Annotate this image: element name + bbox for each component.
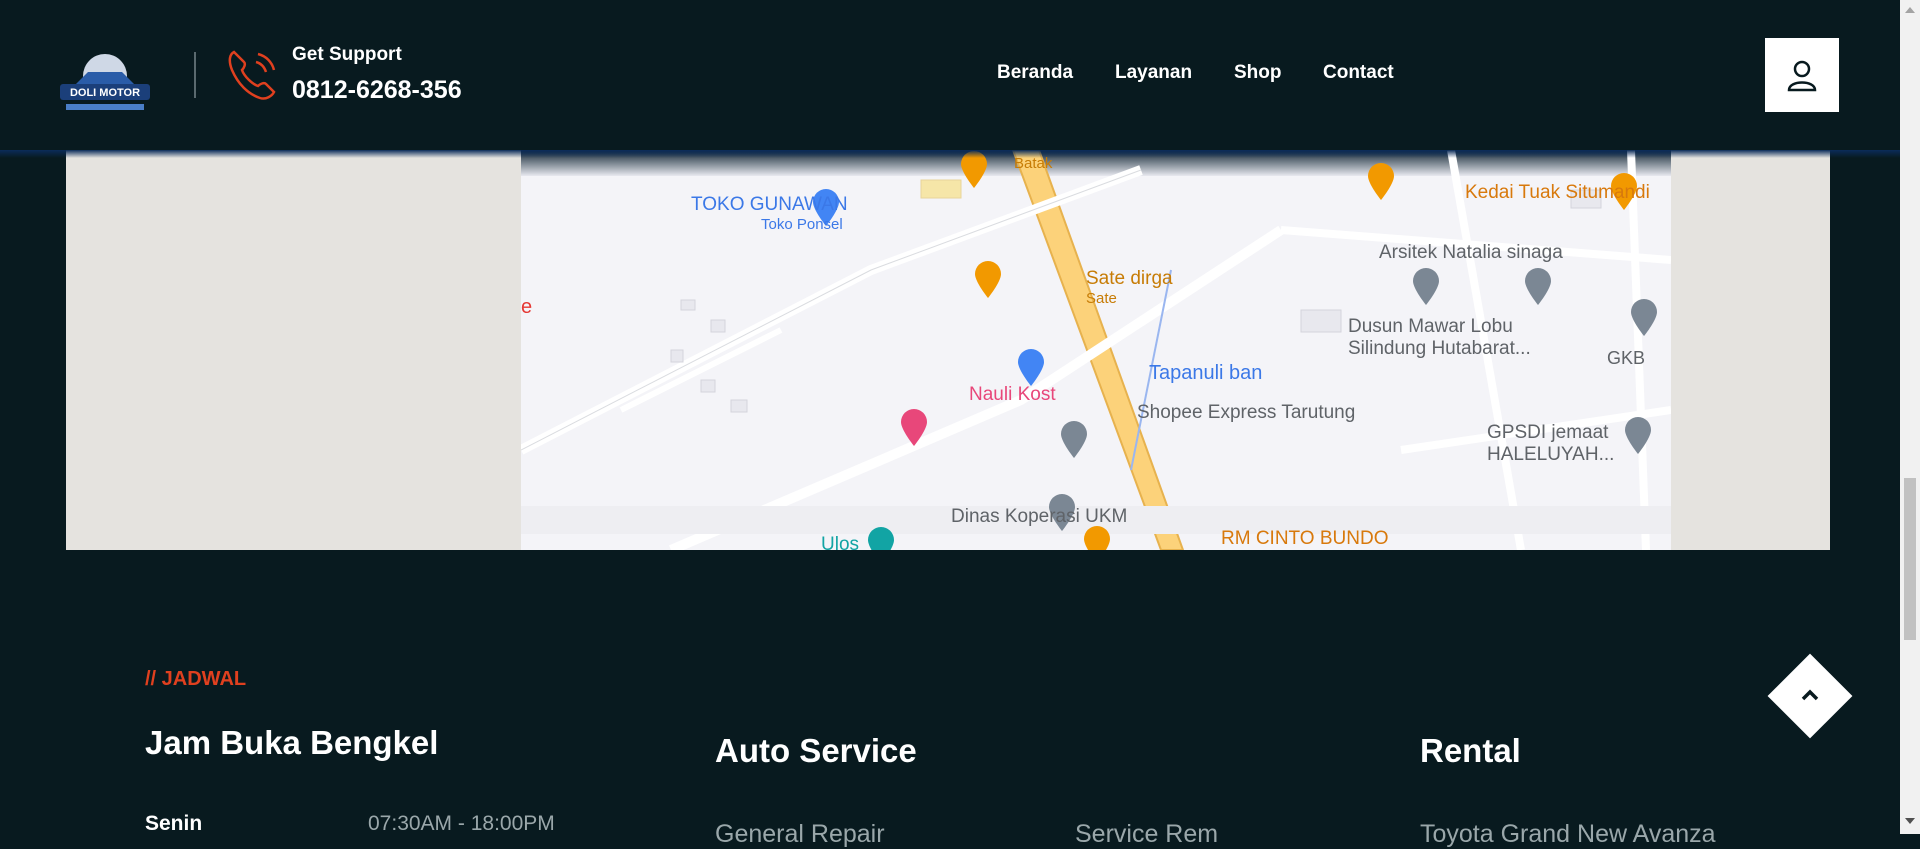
scroll-down-arrow[interactable] (1905, 818, 1915, 824)
svg-text:DOLI MOTOR: DOLI MOTOR (70, 87, 140, 99)
schedule-subtitle: // JADWAL (145, 668, 247, 690)
rental-title: Rental (1420, 732, 1521, 769)
map-label: Toko Ponsel (761, 216, 843, 233)
support-label: Get Support (292, 44, 402, 65)
place-pin-icon[interactable] (1059, 420, 1089, 460)
place-pin-icon[interactable] (1411, 267, 1441, 307)
header-shadow (0, 150, 1900, 158)
account-button[interactable] (1765, 38, 1839, 112)
support-phone[interactable]: 0812-6268-356 (292, 76, 462, 105)
shopping-pin-icon[interactable] (866, 526, 896, 550)
doli-motor-logo[interactable]: DOLI MOTOR (58, 46, 152, 116)
nav-beranda[interactable]: Beranda (997, 62, 1073, 84)
page-scrollbar[interactable] (1900, 0, 1920, 834)
map-label: Silindung Hutabarat... (1348, 338, 1531, 359)
map-label: TOKO GUNAWAN (691, 194, 848, 215)
footer-link-general-repair[interactable]: General Repair (715, 820, 885, 849)
scroll-thumb[interactable] (1904, 478, 1916, 640)
site-header: DOLI MOTOR Get Support 0812-6268-356 Ber… (0, 0, 1900, 150)
map-canvas[interactable]: Batak TOKO GUNAWAN Toko Ponsel Sate dirg… (521, 150, 1671, 550)
restaurant-pin-icon[interactable] (973, 260, 1003, 300)
footer-link-avanza[interactable]: Toyota Grand New Avanza (1420, 820, 1716, 849)
map-label: Dinas Koperasi UKM (951, 506, 1128, 527)
map-label: Ulos (821, 534, 860, 550)
map-label: GPSDI jemaat (1487, 422, 1609, 443)
map-label: RM CINTO BUNDO (1221, 528, 1389, 549)
nav-layanan[interactable]: Layanan (1115, 62, 1192, 84)
map-label: Sate (1086, 290, 1117, 307)
embedded-map[interactable]: Batak TOKO GUNAWAN Toko Ponsel Sate dirg… (66, 150, 1830, 550)
map-label: Shopee Express Tarutung (1137, 402, 1356, 423)
restaurant-pin-icon[interactable] (1082, 525, 1112, 550)
chevron-up-icon (1801, 689, 1819, 701)
day-label: Senin (145, 812, 203, 835)
nav-contact[interactable]: Contact (1323, 62, 1394, 84)
map-label: Kedai Tuak Situmandi (1465, 182, 1650, 203)
map-label: HALELUYAH... (1487, 444, 1615, 465)
map-label: Dusun Mawar Lobu (1348, 316, 1513, 337)
map-label: Sate dirga (1086, 268, 1173, 289)
footer-link-service-rem[interactable]: Service Rem (1075, 820, 1218, 849)
lodging-pin-icon[interactable] (899, 408, 929, 448)
restaurant-pin-icon[interactable] (1366, 162, 1396, 202)
place-pin-icon[interactable] (1523, 267, 1553, 307)
phone-icon (228, 50, 276, 100)
hours-value: 07:30AM - 18:00PM (368, 812, 555, 835)
map-label: GKB (1607, 348, 1646, 368)
shopping-pin-icon[interactable] (1016, 348, 1046, 388)
map-label: Nauli Kost (969, 384, 1056, 405)
nav-shop[interactable]: Shop (1234, 62, 1282, 84)
scroll-up-arrow[interactable] (1905, 7, 1915, 13)
map-label: e (521, 296, 533, 318)
auto-service-title: Auto Service (715, 732, 917, 769)
header-divider (194, 52, 196, 98)
map-label: Arsitek Natalia sinaga (1379, 242, 1563, 263)
user-icon (1787, 60, 1817, 92)
church-pin-icon[interactable] (1629, 298, 1659, 338)
hours-title: Jam Buka Bengkel (145, 724, 439, 761)
church-pin-icon[interactable] (1623, 416, 1653, 456)
map-label: Tapanuli ban (1149, 362, 1263, 384)
